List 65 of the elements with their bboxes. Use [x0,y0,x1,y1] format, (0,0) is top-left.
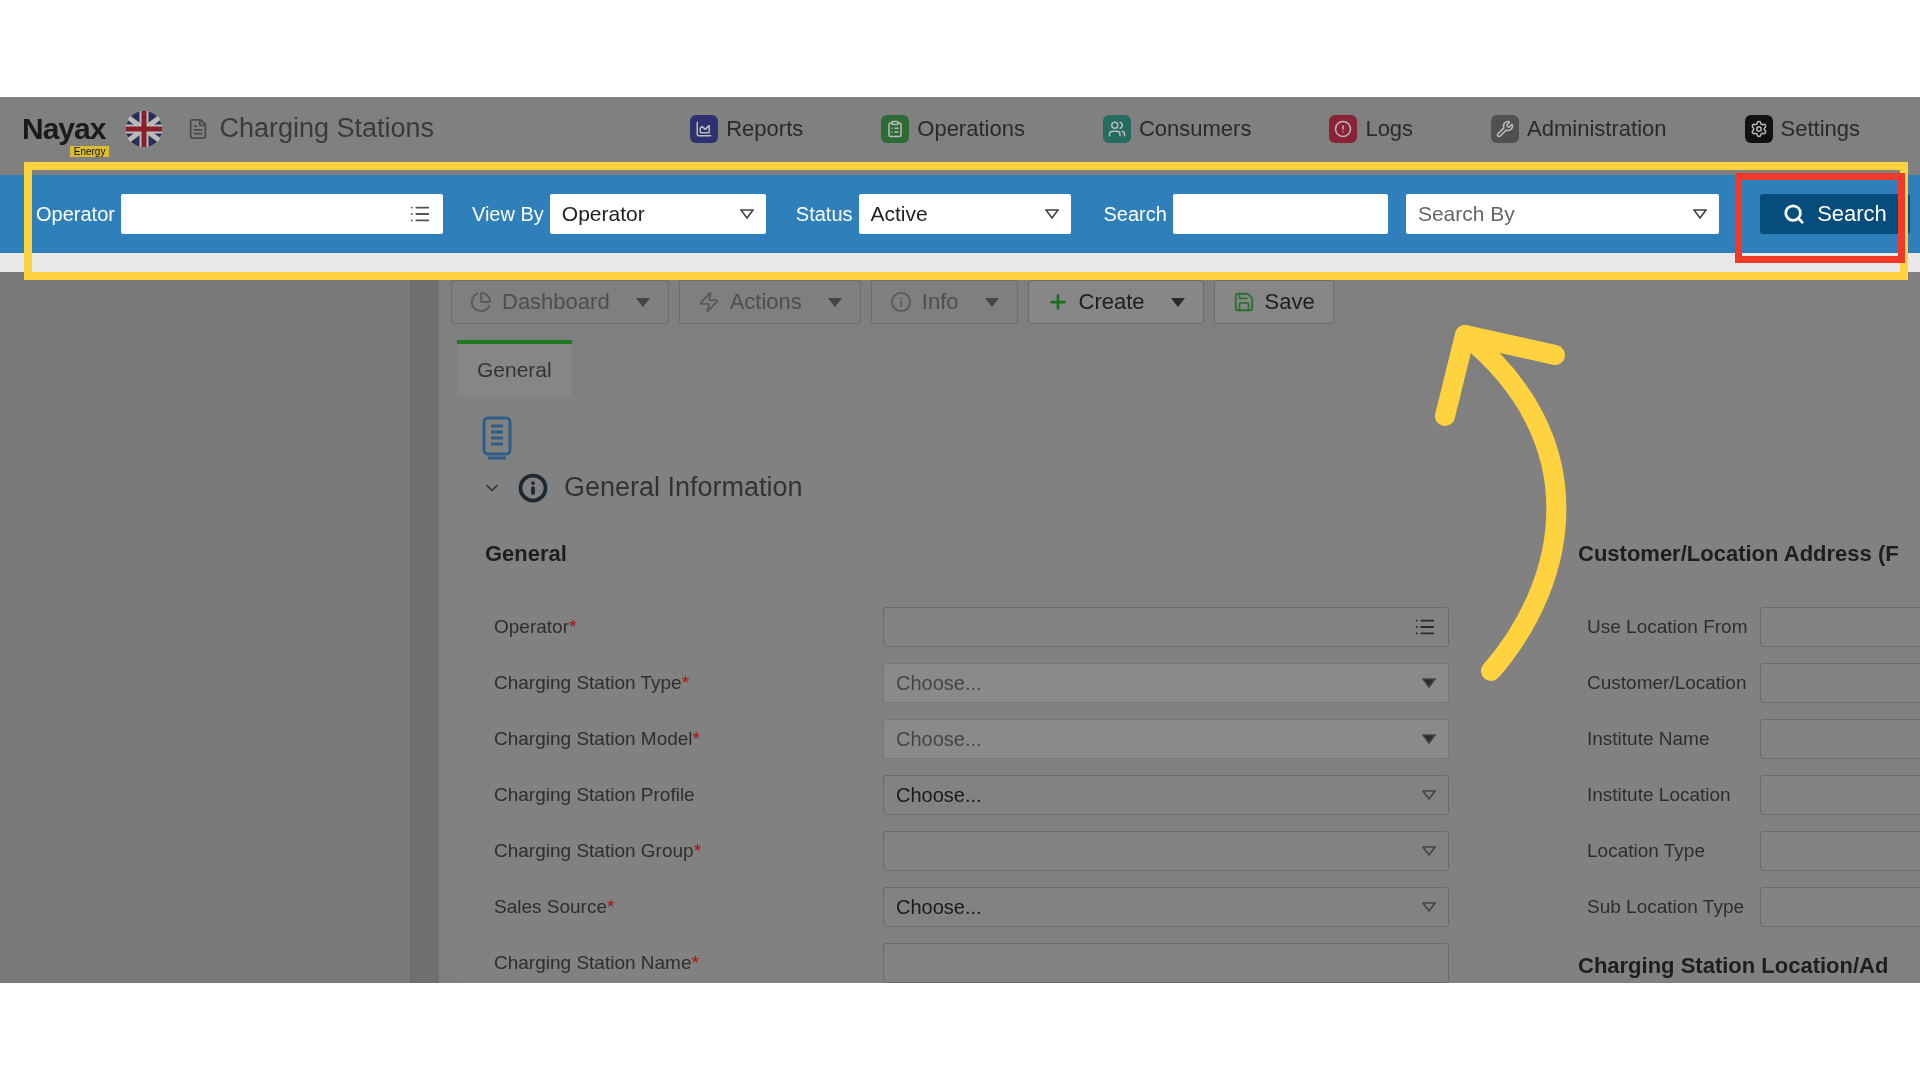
field-label: Operator* [493,616,578,638]
caret-icon [1422,734,1436,744]
tab[interactable]: General [457,340,572,396]
charging-station-icon [482,416,512,460]
caret-icon [1044,209,1059,219]
caret-icon [1422,790,1436,800]
field-label: Charging Station Name* [493,952,700,974]
field-label: Institute Location [1586,784,1732,806]
dropdown-select[interactable]: Search By [1405,194,1719,234]
field-label: Charging Station Profile [493,784,696,806]
caret-icon [739,209,754,219]
chart-icon [690,114,719,143]
search-button[interactable]: Search [1760,194,1910,234]
operator-lookup-field[interactable] [120,194,443,234]
lightning-icon [697,291,720,313]
menu-item[interactable]: Settings [1744,114,1860,143]
toolbar-button[interactable]: Create [1027,280,1204,324]
field-label: Sub Location Type [1586,896,1746,918]
field-label: Search [1103,202,1167,226]
pie-chart-icon [470,291,492,313]
field-label: Operator [36,202,115,226]
dropdown-select[interactable]: Operator [549,194,766,234]
page-title: Charging Stations [219,113,435,144]
field-label: Location Type [1586,840,1706,862]
lookup-field[interactable] [883,607,1449,647]
section-heading: Charging Station Location/Ad [1578,953,1890,980]
dropdown-select[interactable]: Choose... [883,775,1449,815]
caret-icon [1692,209,1707,219]
dropdown-select[interactable]: Active [858,194,1071,234]
menu-item[interactable]: Administration [1491,114,1667,143]
caret-icon [1422,678,1436,688]
field-label: Charging Station Type* [493,672,691,694]
section-heading: General [485,541,568,568]
toolbar-button[interactable]: Save [1213,280,1334,324]
field-label: Institute Name [1586,728,1711,750]
alert-icon [1329,114,1358,143]
dropdown-select[interactable] [883,831,1449,871]
settings-icon [1744,114,1773,143]
field-label: Charging Station Group* [493,840,703,862]
clipboard-icon [881,114,910,143]
field-label: View By [471,202,544,226]
dropdown-select[interactable]: Choose... [883,887,1449,927]
menu-item[interactable]: Consumers [1102,114,1252,143]
flag-icon [125,109,164,148]
save-icon [1232,291,1255,313]
menu-item[interactable]: Operations [881,114,1025,143]
search-field[interactable] [1172,194,1388,234]
info-icon [518,472,548,503]
text-field[interactable] [883,943,1449,983]
field-label: Sales Source* [493,896,616,918]
wrench-icon [1491,114,1520,143]
section-title: General Information [564,472,803,503]
section-heading: Customer/Location Address (F [1578,541,1900,568]
caret-icon [1422,846,1436,856]
search-icon [1783,203,1806,225]
field-label: Charging Station Model* [493,728,701,750]
users-icon [1102,114,1131,143]
logo-badge: Energy [69,145,110,157]
info-icon [889,291,912,313]
caret-icon [1422,902,1436,912]
field-label: Status [795,202,853,226]
menu-item[interactable]: Logs [1329,114,1414,143]
field-label: Use Location From [1586,616,1749,638]
field-label: Customer/Location [1586,672,1748,694]
menu-item[interactable]: Reports [690,114,804,143]
